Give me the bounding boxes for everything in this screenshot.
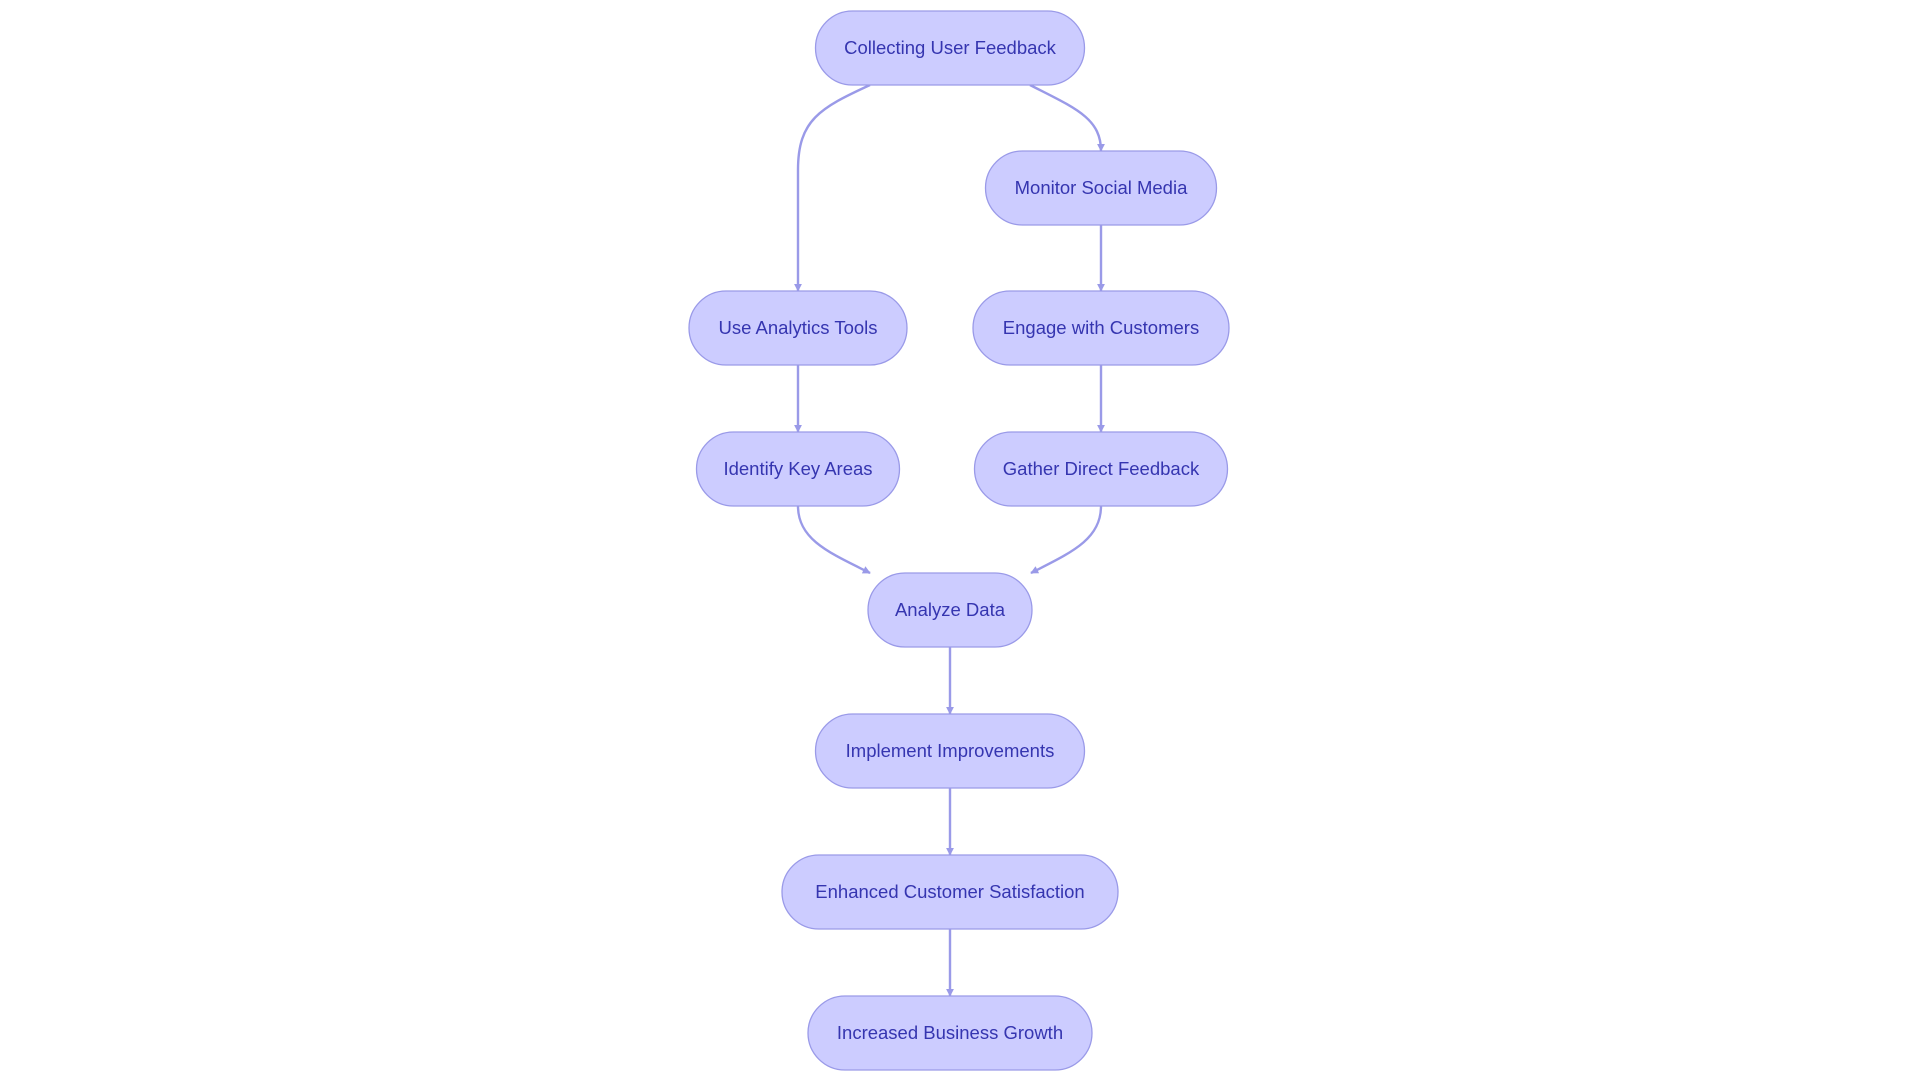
node-enhanced: Enhanced Customer Satisfaction <box>781 854 1119 930</box>
node-label: Implement Improvements <box>846 740 1055 761</box>
edge-gather-to-analyze <box>1030 505 1103 575</box>
node-label: Collecting User Feedback <box>844 37 1057 58</box>
node-label: Analyze Data <box>895 599 1006 620</box>
node-gather: Gather Direct Feedback <box>973 431 1229 507</box>
node-engage: Engage with Customers <box>972 290 1230 366</box>
node-monitor: Monitor Social Media <box>984 150 1218 226</box>
node-analyze: Analyze Data <box>867 572 1033 648</box>
node-label: Engage with Customers <box>1003 317 1199 338</box>
edge-collect-to-analytics <box>794 83 871 292</box>
node-label: Identify Key Areas <box>723 458 872 479</box>
nodes: Collecting User Feedback Monitor Social M… <box>688 10 1230 1071</box>
node-implement: Implement Improvements <box>814 713 1086 789</box>
node-label: Gather Direct Feedback <box>1003 458 1200 479</box>
node-growth: Increased Business Growth <box>807 995 1093 1071</box>
flowchart-canvas: Collecting User Feedback Monitor Social M… <box>688 10 1230 1071</box>
node-label: Monitor Social Media <box>1015 177 1188 198</box>
node-label: Enhanced Customer Satisfaction <box>815 881 1084 902</box>
node-label: Use Analytics Tools <box>718 317 877 338</box>
node-collect: Collecting User Feedback <box>814 10 1086 86</box>
node-label: Increased Business Growth <box>837 1022 1063 1043</box>
edge-collect-to-monitor <box>1029 83 1105 152</box>
node-identify: Identify Key Areas <box>695 431 901 507</box>
edge-identify-to-analyze <box>796 505 871 575</box>
node-analytics: Use Analytics Tools <box>688 290 908 366</box>
